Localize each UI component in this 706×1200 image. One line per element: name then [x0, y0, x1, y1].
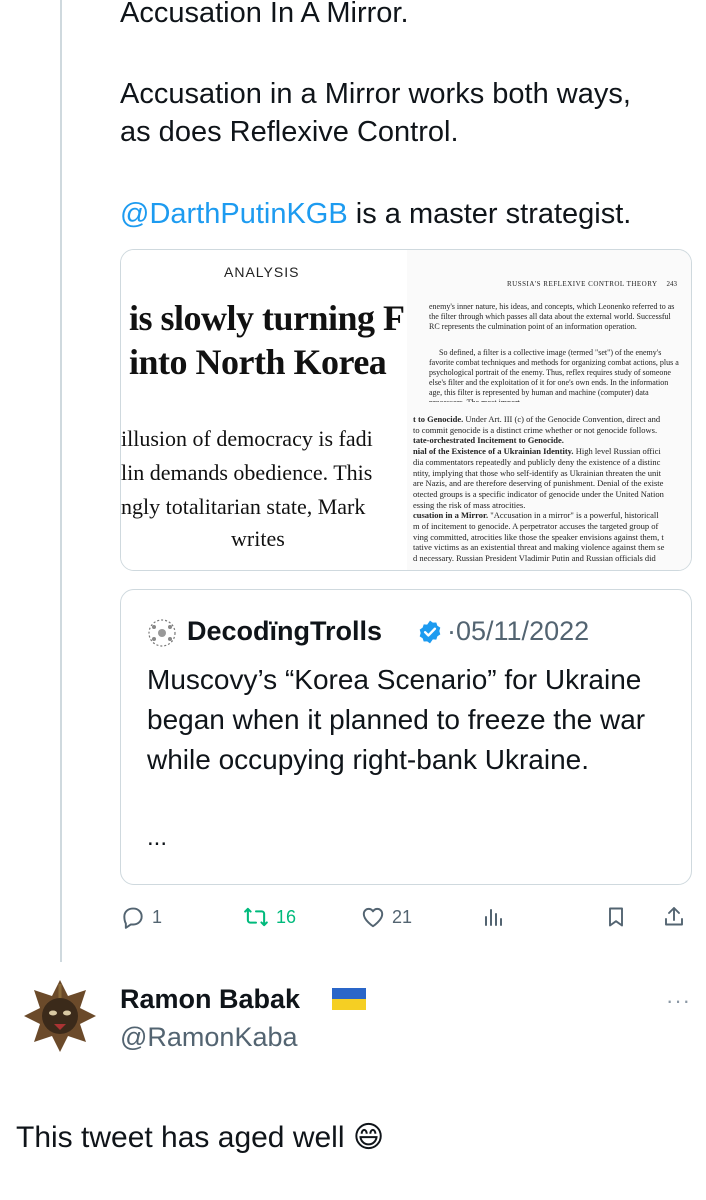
tweet-media-image[interactable]: ANALYSIS is slowly turning F into North … [120, 249, 692, 571]
excerpt-heading: tate-orchestrated Incitement to Genocide… [413, 435, 564, 446]
reply-author-name[interactable]: Ramon Babak [120, 984, 300, 1015]
excerpt-text: to commit genocide is a distinct crime w… [413, 424, 658, 435]
excerpt-text: tative victims as an existential threat … [413, 542, 665, 553]
article-screenshot: ANALYSIS is slowly turning F into North … [121, 250, 411, 570]
analytics-icon [485, 909, 502, 926]
excerpt-line: ving committed, atrocities like those th… [413, 532, 691, 543]
retweet-icon [244, 907, 268, 927]
excerpt-line: cusation in a Mirror. "Accusation in a m… [413, 510, 691, 521]
article-subheadline-line-2: lin demands obedience. This [121, 460, 373, 485]
reply-button[interactable]: 1 [120, 903, 162, 931]
reply-icon [123, 907, 143, 929]
excerpt-text: dia commentators repeatedly and publicly… [413, 456, 661, 467]
bookmark-icon [609, 907, 623, 927]
retweet-count: 16 [276, 906, 297, 927]
excerpt-heading: cusation in a Mirror. [413, 510, 489, 521]
reply-text: This tweet has aged well 😄 [16, 1121, 385, 1154]
reply-author-handle[interactable]: @RamonKaba [120, 1022, 298, 1053]
excerpt-line: m of incitement to genocide. A perpetrat… [413, 521, 691, 532]
article-headline: is slowly turning F into North Korea [129, 296, 405, 384]
article-subheadline-line-3: ngly totalitarian state, Mark [121, 494, 366, 519]
excerpt-text: ntity, implying that those who self-iden… [413, 467, 662, 478]
excerpt-line: otected groups is a specific indicator o… [413, 489, 691, 500]
page-paragraph-2: So defined, a filter is a collective ima… [429, 348, 679, 402]
tweet-text-paragraph-2-line-2: as does Reflexive Control. [120, 116, 459, 148]
excerpt-line: dia commentators repeatedly and publicly… [413, 457, 691, 468]
bookmark-button[interactable] [604, 903, 628, 931]
article-headline-line-1: is slowly turning F [129, 298, 405, 338]
excerpt-heading: t to Genocide. [413, 414, 464, 424]
analytics-button[interactable] [482, 903, 506, 931]
excerpt-line: tative victims as an existential threat … [413, 542, 691, 553]
ukraine-flag-icon [332, 988, 366, 1010]
excerpt-text: Under Art. III (c) of the Genocide Conve… [463, 414, 661, 424]
excerpt-text: essing the risk of mass atrocities. [413, 499, 526, 510]
page-header: RUSSIA'S REFLEXIVE CONTROL THEORY [507, 280, 658, 288]
reply-avatar[interactable] [20, 976, 100, 1056]
quoted-date: ·05/11/2022 [447, 616, 590, 646]
like-icon [362, 907, 384, 928]
excerpt-line: are Nazis, and are therefore deserving o… [413, 478, 691, 489]
retweet-button[interactable]: 16 [242, 903, 296, 931]
article-subheadline: illusion of democracy is fadi lin demand… [121, 422, 373, 524]
tweet-text-line-1: Accusation In A Mirror. [120, 0, 409, 29]
article-byline: writes [231, 526, 285, 551]
quoted-date-value: 05/11/2022 [456, 616, 590, 646]
excerpt-line: tate-orchestrated Incitement to Genocide… [413, 435, 691, 446]
quoted-avatar-icon [148, 619, 176, 647]
page-paragraph-1: enemy's inner nature, his ideas, and con… [429, 302, 675, 331]
document-screenshot: RUSSIA'S REFLEXIVE CONTROL THEORY 243 en… [407, 250, 691, 570]
article-subheadline-line-1: illusion of democracy is fadi [121, 426, 373, 451]
tweet-text-paragraph-2: Accusation in a Mirror works both ways, … [120, 75, 690, 151]
like-count: 21 [392, 906, 413, 927]
quoted-tweet[interactable]: DecodïngTrolls ·05/11/2022 Muscovy’s “Ko… [120, 589, 692, 885]
analysis-label: ANALYSIS [224, 264, 300, 280]
excerpt-line: to commit genocide is a distinct crime w… [413, 425, 691, 436]
excerpt-text: High level Russian offici [573, 446, 661, 457]
more-icon[interactable]: ··· [666, 988, 691, 1014]
share-icon [665, 907, 683, 926]
excerpt-text: "Accusation in a mirror" is a powerful, … [488, 510, 659, 521]
excerpt-line: nial of the Existence of a Ukrainian Ide… [413, 446, 691, 457]
excerpt-text: d necessary. Russian President Vladimir … [413, 553, 656, 564]
thread-line [60, 0, 62, 962]
tweet-text-paragraph-3-rest: is a master strategist. [347, 198, 632, 230]
excerpt-text: ving committed, atrocities like those th… [413, 531, 664, 542]
excerpt-text: otected groups is a specific indicator o… [413, 488, 664, 499]
excerpt-line: ntity, implying that those who self-iden… [413, 468, 691, 479]
quoted-text: Muscovy’s “Korea Scenario” for Ukraine b… [147, 664, 646, 775]
quoted-author-name[interactable]: DecodïngTrolls [187, 616, 382, 647]
quoted-ellipsis: ... [147, 824, 168, 851]
excerpt-text: m of incitement to genocide. A perpetrat… [413, 521, 659, 532]
tweet-text-paragraph-3: @DarthPutinKGB is a master strategist. [120, 195, 690, 233]
reply-count: 1 [152, 906, 163, 927]
excerpt-line: t to Genocide. Under Art. III (c) of the… [413, 414, 691, 425]
verified-badge-icon [419, 620, 441, 644]
document-excerpt: t to Genocide. Under Art. III (c) of the… [409, 414, 691, 564]
excerpt-text: are Nazis, and are therefore deserving o… [413, 478, 664, 489]
excerpt-line: essing the risk of mass atrocities. [413, 500, 691, 511]
like-button[interactable]: 21 [360, 903, 412, 931]
share-button[interactable] [662, 903, 686, 931]
excerpt-heading: nial of the Existence of a Ukrainian Ide… [413, 446, 574, 457]
article-headline-line-2: into North Korea [129, 342, 387, 382]
page-number: 243 [666, 280, 678, 288]
mention-link[interactable]: @DarthPutinKGB [120, 198, 348, 230]
excerpt-line: d necessary. Russian President Vladimir … [413, 553, 691, 564]
tweet-text-paragraph-2-line-1: Accusation in a Mirror works both ways, [120, 78, 631, 110]
